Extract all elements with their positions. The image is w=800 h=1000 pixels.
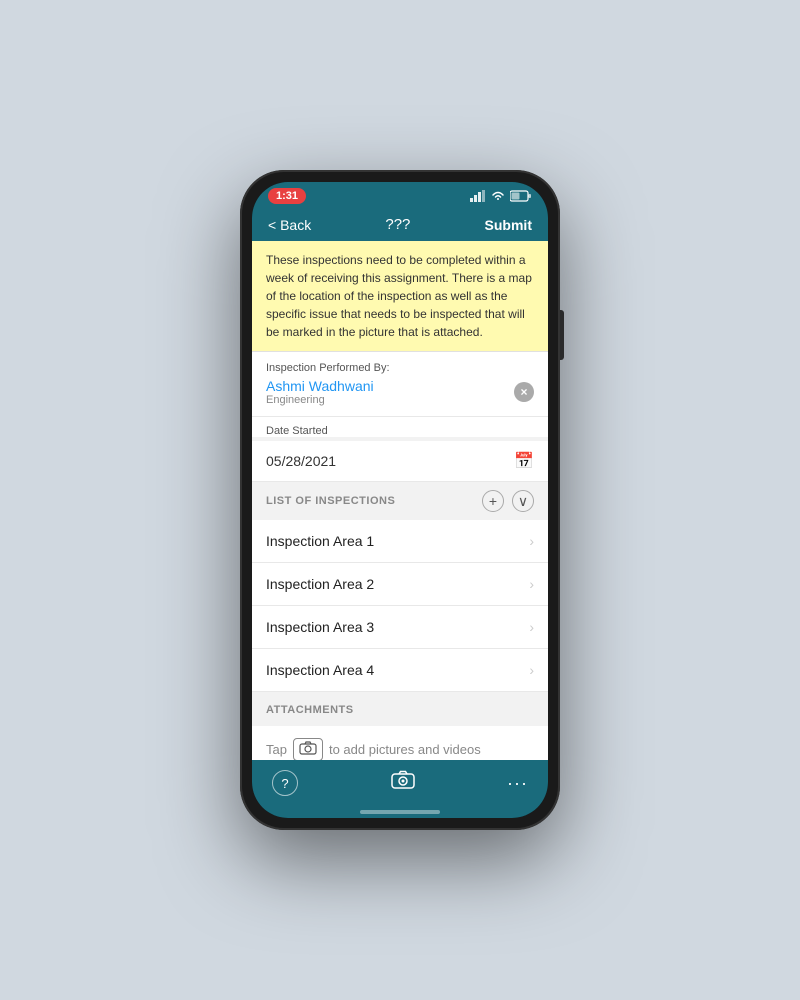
inspection-items-list: Inspection Area 1 › Inspection Area 2 › … [252, 520, 548, 692]
add-icon: + [489, 493, 497, 509]
add-media-text: to add pictures and videos [329, 742, 481, 757]
calendar-icon[interactable]: 📅 [514, 451, 534, 471]
date-started-label: Date Started [266, 425, 534, 437]
note-section: These inspections need to be completed w… [252, 241, 548, 352]
inspections-section-title: LIST OF INSPECTIONS [266, 495, 395, 507]
nav-bar: < Back ??? Submit [252, 208, 548, 241]
inspection-item-label: Inspection Area 4 [266, 662, 374, 678]
list-item[interactable]: Inspection Area 2 › [252, 563, 548, 606]
attachments-title: ATTACHMENTS [266, 704, 354, 716]
chevron-right-icon: › [529, 619, 534, 635]
attachments-section: ATTACHMENTS [252, 692, 548, 726]
bottom-toolbar: ? ··· [252, 760, 548, 806]
inspections-section-header: LIST OF INSPECTIONS + ∨ [252, 482, 548, 520]
clear-inspector-button[interactable]: × [514, 382, 534, 402]
home-bar [360, 810, 440, 814]
collapse-icon: ∨ [518, 493, 528, 510]
camera-add-icon[interactable] [293, 738, 323, 760]
camera-button[interactable] [391, 770, 415, 796]
more-options-button[interactable]: ··· [507, 773, 528, 794]
wifi-icon [490, 190, 506, 202]
inspector-department: Engineering [266, 394, 374, 406]
chevron-right-icon: › [529, 662, 534, 678]
inspection-item-label: Inspection Area 3 [266, 619, 374, 635]
collapse-inspections-button[interactable]: ∨ [512, 490, 534, 512]
inspections-header-icons: + ∨ [482, 490, 534, 512]
tap-text: Tap [266, 742, 287, 757]
date-value: 05/28/2021 [266, 453, 336, 469]
chevron-right-icon: › [529, 533, 534, 549]
chevron-right-icon: › [529, 576, 534, 592]
inspection-by-label: Inspection Performed By: [266, 362, 534, 374]
list-item[interactable]: Inspection Area 3 › [252, 606, 548, 649]
page-title: ??? [385, 216, 410, 233]
battery-icon [510, 190, 532, 202]
status-time: 1:31 [268, 188, 306, 204]
inspector-name[interactable]: Ashmi Wadhwani [266, 378, 374, 394]
inspection-by-row: Ashmi Wadhwani Engineering × [266, 378, 534, 406]
add-inspection-button[interactable]: + [482, 490, 504, 512]
date-started-section: Date Started 05/28/2021 📅 [252, 417, 548, 482]
submit-button[interactable]: Submit [485, 217, 532, 233]
attachments-row[interactable]: Tap to add pictures and videos [252, 726, 548, 760]
side-button [560, 310, 564, 360]
list-item[interactable]: Inspection Area 4 › [252, 649, 548, 692]
content-area: These inspections need to be completed w… [252, 241, 548, 760]
note-text: These inspections need to be completed w… [266, 253, 532, 339]
status-bar: 1:31 [252, 182, 548, 208]
inspection-performed-by-section: Inspection Performed By: Ashmi Wadhwani … [252, 352, 548, 417]
inspection-item-label: Inspection Area 2 [266, 576, 374, 592]
help-button[interactable]: ? [272, 770, 298, 796]
phone-device: 1:31 [240, 170, 560, 830]
status-icons [470, 190, 532, 202]
inspector-info: Ashmi Wadhwani Engineering [266, 378, 374, 406]
date-row[interactable]: 05/28/2021 📅 [252, 441, 548, 482]
signal-icon [470, 190, 486, 202]
phone-screen: 1:31 [252, 182, 548, 818]
home-indicator [252, 806, 548, 818]
list-item[interactable]: Inspection Area 1 › [252, 520, 548, 563]
back-button[interactable]: < Back [268, 217, 311, 233]
inspection-item-label: Inspection Area 1 [266, 533, 374, 549]
